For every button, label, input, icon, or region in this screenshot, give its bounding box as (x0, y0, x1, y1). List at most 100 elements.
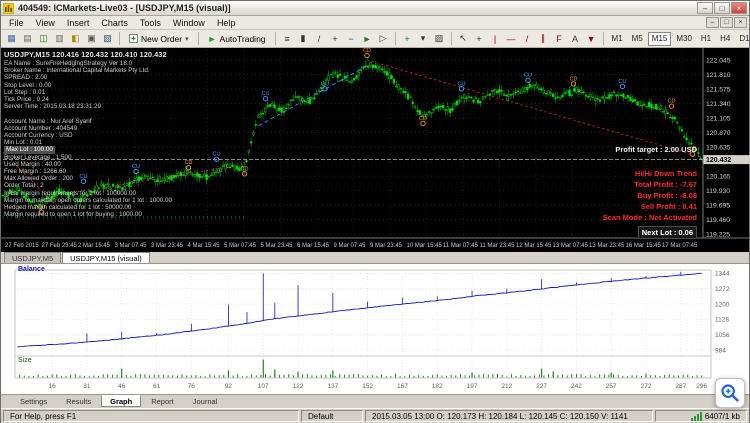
trend-status-line: Sell Profit : 0.41 (640, 202, 697, 211)
status-profile[interactable]: Default (301, 410, 363, 422)
ea-info-line: Lot Step : 0.01 (4, 88, 45, 96)
timeframe-m5-button[interactable]: M5 (628, 32, 647, 46)
vertical-line-icon[interactable]: | (488, 32, 503, 46)
svg-text:122.045: 122.045 (706, 57, 731, 64)
navigator-icon[interactable]: ◧ (68, 32, 83, 46)
toolbar-separator (450, 32, 452, 45)
autotrading-label: AutoTrading (219, 33, 266, 44)
chart-area[interactable]: 122.045 121.810 121.575 121.340 121.105 120.8… (1, 48, 750, 252)
strategy-tester-icon[interactable]: ▧ (100, 32, 115, 46)
svg-text:46: 46 (118, 383, 126, 390)
svg-text:12 Mar 15:45: 12 Mar 15:45 (516, 243, 552, 249)
menu-view[interactable]: View (30, 18, 61, 28)
menu-insert[interactable]: Insert (61, 18, 96, 28)
templates-icon[interactable]: ▨ (432, 32, 447, 46)
ea-info-line: Broker Name : International Capital Mark… (4, 67, 150, 75)
fibonacci-icon[interactable]: F (552, 32, 567, 46)
trendline-icon[interactable]: / (520, 32, 535, 46)
data-window-icon[interactable]: ▥ (52, 32, 67, 46)
chart-shift-icon[interactable]: ▷ (376, 32, 391, 46)
ea-info-line: Account Currency : USD (4, 132, 73, 140)
tester-graph-svg: 1344 1272 1200 1128 1056 984 16 31 46 61 76 92 107 12… (14, 269, 730, 390)
svg-text:CD: CD (570, 76, 578, 82)
timeframe-h4-button[interactable]: H4 (716, 32, 734, 46)
arrows-icon[interactable]: ▼ (584, 32, 599, 46)
chart-tab[interactable]: USDJPY,M5 (4, 252, 62, 263)
svg-text:17 Mar 07:45: 17 Mar 07:45 (662, 243, 698, 249)
autotrading-button[interactable]: ► AutoTrading (203, 31, 271, 46)
menu-help[interactable]: Help (211, 18, 242, 28)
candlestick-icon[interactable]: ▮ (296, 32, 311, 46)
svg-text:5 Mar 23:45: 5 Mar 23:45 (261, 243, 294, 249)
zoom-in-icon[interactable]: + (328, 32, 343, 46)
svg-text:2 Mar 15:45: 2 Mar 15:45 (78, 243, 111, 249)
timeframe-m15-button[interactable]: M15 (647, 31, 672, 46)
zoom-out-icon[interactable]: − (344, 32, 359, 46)
market-watch-icon[interactable]: ◫ (36, 32, 51, 46)
crosshair-icon[interactable]: + (472, 32, 487, 46)
tester-tab-journal[interactable]: Journal (184, 395, 227, 407)
status-connection: 6407/1 kb (655, 410, 747, 422)
svg-text:121.105: 121.105 (706, 115, 731, 122)
child-close-button[interactable]: × (734, 17, 747, 28)
maximize-button[interactable]: □ (714, 2, 730, 14)
svg-text:CU: CU (213, 152, 221, 158)
minimize-button[interactable]: – (697, 2, 713, 14)
menu-file[interactable]: File (3, 18, 30, 28)
svg-text:92: 92 (225, 383, 233, 390)
trend-status-line: Hi/Hi Down Trend (634, 169, 697, 178)
tester-tab-graph[interactable]: Graph (101, 395, 142, 407)
periods-icon[interactable]: ▾ (416, 32, 431, 46)
svg-text:CD: CD (419, 116, 427, 122)
menu-tools[interactable]: Tools (134, 18, 167, 28)
cursor-icon[interactable]: ↖ (456, 32, 471, 46)
svg-text:197: 197 (467, 383, 478, 390)
svg-text:119.695: 119.695 (706, 202, 730, 209)
tester-tab-results[interactable]: Results (57, 395, 100, 407)
trend-status-line: Scan Mode : Not Activated (602, 213, 697, 222)
chart-tab[interactable]: USDJPY,M15 (visual) (62, 252, 150, 263)
line-chart-icon[interactable]: / (312, 32, 327, 46)
new-chart-icon[interactable]: ▦ (4, 32, 19, 46)
svg-text:1128: 1128 (715, 317, 729, 324)
timeframe-d1-button[interactable]: D1 (735, 32, 749, 46)
ea-info-line: Order Total : 2 (4, 182, 44, 190)
new-order-button[interactable]: + New Order ▾ (124, 31, 194, 46)
svg-text:CU: CU (524, 73, 532, 79)
ea-info-line: Margin to maintain open orders calculate… (4, 196, 173, 204)
svg-text:1344: 1344 (715, 271, 730, 278)
child-minimize-button[interactable]: – (706, 17, 719, 28)
ea-info-line: Free Margin : 1266.60 (4, 168, 66, 176)
tester-tab-settings[interactable]: Settings (11, 395, 56, 407)
timeframe-h1-button[interactable]: H1 (697, 32, 715, 46)
ea-info-line: SPREAD : 2.00 (4, 74, 48, 82)
timeframe-m30-button[interactable]: M30 (672, 32, 696, 46)
svg-text:1056: 1056 (715, 332, 730, 339)
profiles-icon[interactable]: ▤ (20, 32, 35, 46)
auto-scroll-icon[interactable]: ► (360, 32, 375, 46)
close-button[interactable]: × (731, 2, 747, 14)
toolbar-separator (274, 32, 276, 45)
svg-text:137: 137 (327, 383, 338, 390)
svg-text:13 Mar 07:45: 13 Mar 07:45 (553, 243, 589, 249)
terminal-icon[interactable]: ▣ (84, 32, 99, 46)
main-toolbar: ▦ ▤ ◫ ▥ ◧ ▣ ▧ + New Order ▾ ► AutoTrading ≡ ▮ / +… (1, 30, 749, 48)
ea-info-line: Margin required to open 1 lot for buying… (4, 211, 142, 219)
svg-text:182: 182 (432, 383, 443, 390)
timeframe-m1-button[interactable]: M1 (608, 32, 627, 46)
indicators-icon[interactable]: + (400, 32, 415, 46)
zoom-overlay-button[interactable] (715, 378, 745, 408)
bar-chart-icon[interactable]: ≡ (280, 32, 295, 46)
tester-tab-report[interactable]: Report (142, 395, 183, 407)
horizontal-line-icon[interactable]: ― (504, 32, 519, 46)
svg-text:120.165: 120.165 (706, 173, 731, 180)
child-restore-button[interactable]: □ (720, 17, 733, 28)
svg-text:120.870: 120.870 (706, 130, 731, 137)
svg-text:121.575: 121.575 (706, 86, 731, 93)
tester-panel: 1344 1272 1200 1128 1056 984 16 31 46 61 76 92 107 12… (1, 264, 749, 395)
channel-icon[interactable]: ∥ (536, 32, 551, 46)
text-icon[interactable]: A (568, 32, 583, 46)
menu-window[interactable]: Window (167, 18, 211, 28)
menu-charts[interactable]: Charts (95, 18, 134, 28)
svg-text:31: 31 (83, 383, 91, 390)
